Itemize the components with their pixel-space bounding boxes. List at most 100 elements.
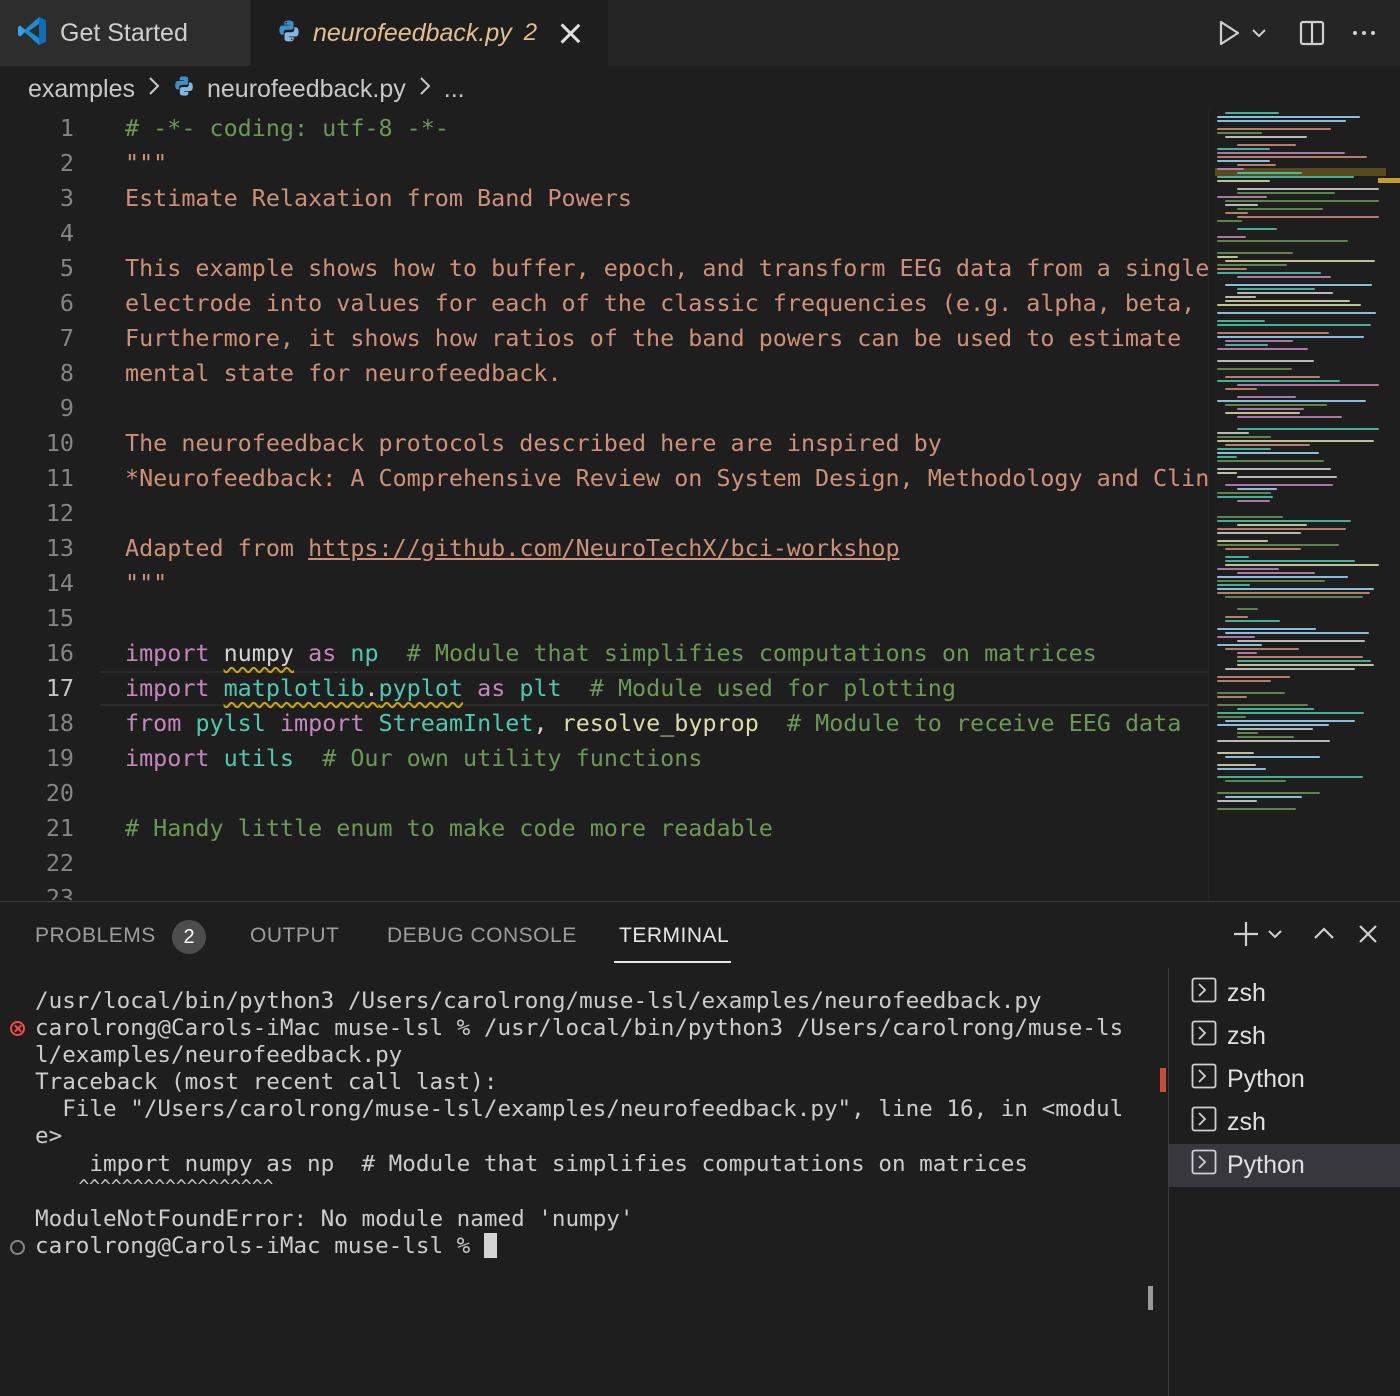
keyword: as bbox=[477, 673, 506, 702]
tab-neurofeedback-py[interactable]: neurofeedback.py 2 bbox=[251, 0, 608, 66]
minimap-code-line bbox=[1217, 716, 1247, 718]
code-text: import matplotlib.pyplot as plt # Module… bbox=[125, 674, 956, 702]
unresolved-import[interactable]: numpy bbox=[224, 639, 294, 667]
split-editor-icon[interactable] bbox=[1298, 19, 1326, 47]
tab-terminal[interactable]: TERMINAL bbox=[619, 924, 729, 948]
terminal-scrollbar[interactable] bbox=[1148, 1286, 1153, 1310]
minimap-code-line bbox=[1217, 528, 1347, 530]
unresolved-import[interactable]: pyplot bbox=[379, 674, 464, 702]
more-actions-icon[interactable] bbox=[1350, 19, 1378, 47]
terminal-session-label: Python bbox=[1227, 1151, 1305, 1179]
code-link[interactable]: https://github.com/NeuroTechX/bci-worksh… bbox=[308, 534, 899, 562]
minimap-code-line bbox=[1217, 324, 1372, 326]
minimap-code-line bbox=[1225, 556, 1250, 558]
minimap-code-line bbox=[1225, 284, 1372, 286]
comment: # Module that simplifies computations on… bbox=[406, 638, 1097, 667]
terminal-output[interactable]: /usr/local/bin/python3 /Users/carolrong/… bbox=[0, 968, 1168, 1396]
minimap-code-line bbox=[1225, 212, 1249, 214]
code-line: 21 # Handy little enum to make code more… bbox=[0, 810, 1208, 845]
comment: # Module used for plotting bbox=[589, 673, 956, 702]
code-text: # -*- coding: utf-8 -*- bbox=[125, 113, 449, 142]
minimap-code-line bbox=[1217, 460, 1324, 462]
unresolved-import[interactable]: matplotlib bbox=[224, 674, 365, 702]
error-circle-icon[interactable] bbox=[10, 1021, 25, 1036]
minimap-code-line bbox=[1225, 796, 1302, 798]
minimap-code-line bbox=[1225, 344, 1268, 346]
minimap-code-line bbox=[1237, 608, 1259, 610]
code-line: 15 bbox=[0, 600, 1208, 635]
chevron-down-icon[interactable] bbox=[1250, 24, 1268, 42]
code-line: 18 from pylsl import StreamInlet, resolv… bbox=[0, 705, 1208, 740]
line-number: 14 bbox=[45, 568, 74, 597]
minimap-code-line bbox=[1217, 496, 1273, 498]
tab-problems[interactable]: PROBLEMS bbox=[35, 924, 156, 948]
vscode-logo-icon bbox=[16, 15, 48, 52]
minimap-code-line bbox=[1237, 488, 1278, 490]
minimap-code-line bbox=[1217, 492, 1272, 494]
dot: . bbox=[364, 673, 379, 702]
tab-debug-console[interactable]: DEBUG CONSOLE bbox=[387, 924, 577, 948]
minimap-code-line bbox=[1217, 584, 1250, 586]
alias: plt bbox=[519, 673, 562, 702]
close-icon[interactable] bbox=[559, 22, 581, 44]
minimap-code-line bbox=[1225, 720, 1356, 722]
minimap-code-line bbox=[1217, 240, 1348, 242]
keyword: import bbox=[125, 638, 210, 667]
code-text: electrode into values for each of the cl… bbox=[125, 288, 1196, 317]
line-number: 19 bbox=[45, 743, 74, 772]
terminal-session-zsh[interactable]: zsh bbox=[1169, 1015, 1400, 1058]
minimap-code-line bbox=[1217, 576, 1349, 578]
comment: # Module to receive EEG data bbox=[786, 708, 1182, 737]
code-text: """ bbox=[125, 148, 168, 177]
minimap-code-line bbox=[1237, 732, 1258, 734]
minimap-code-line bbox=[1237, 664, 1374, 666]
breadcrumb-file[interactable]: neurofeedback.py bbox=[207, 75, 406, 104]
editor-scrollbar[interactable] bbox=[1386, 110, 1400, 900]
chevron-down-icon[interactable] bbox=[1266, 925, 1284, 943]
breadcrumb-folder[interactable]: examples bbox=[28, 75, 135, 104]
chevron-right-icon bbox=[147, 75, 161, 104]
terminal-session-python[interactable]: Python bbox=[1169, 1144, 1400, 1187]
minimap-code-line bbox=[1237, 524, 1308, 526]
tab-output[interactable]: OUTPUT bbox=[250, 924, 339, 948]
minimap-code-line bbox=[1225, 388, 1258, 390]
minimap-code-line bbox=[1237, 144, 1297, 146]
terminal-session-python[interactable]: Python bbox=[1169, 1058, 1400, 1101]
code-editor[interactable]: 1 # -*- coding: utf-8 -*- 2 """ 3 Estima… bbox=[0, 110, 1208, 900]
alias: np bbox=[350, 638, 379, 667]
minimap-code-line bbox=[1217, 440, 1374, 442]
minimap[interactable] bbox=[1208, 110, 1386, 900]
circle-icon[interactable] bbox=[10, 1240, 25, 1255]
minimap-code-line bbox=[1237, 288, 1316, 290]
problem-count-badge: 2 bbox=[523, 19, 538, 46]
minimap-code-line bbox=[1217, 252, 1294, 254]
code-line: 14 """ bbox=[0, 565, 1208, 600]
minimap-code-line bbox=[1225, 780, 1287, 782]
chevron-up-icon[interactable] bbox=[1312, 922, 1336, 946]
minimap-code-line bbox=[1237, 572, 1315, 574]
code-text: Adapted from bbox=[125, 533, 309, 562]
terminal-session-zsh[interactable]: zsh bbox=[1169, 972, 1400, 1015]
breadcrumb-more[interactable]: ... bbox=[444, 75, 465, 104]
minimap-code-line bbox=[1217, 400, 1366, 402]
code-text: Estimate Relaxation from Band Powers bbox=[125, 183, 632, 212]
bottom-panel: PROBLEMS 2 OUTPUT DEBUG CONSOLE TERMINAL… bbox=[0, 901, 1400, 1396]
minimap-code-line bbox=[1237, 216, 1379, 218]
tab-get-started[interactable]: Get Started bbox=[0, 0, 250, 66]
code-line: 20 bbox=[0, 775, 1208, 810]
terminal-session-zsh[interactable]: zsh bbox=[1169, 1101, 1400, 1144]
minimap-code-line bbox=[1217, 800, 1258, 802]
run-icon[interactable] bbox=[1216, 19, 1242, 47]
minimap-code-line bbox=[1217, 568, 1280, 570]
code-line: 3 Estimate Relaxation from Band Powers bbox=[0, 180, 1208, 215]
minimap-code-line bbox=[1217, 176, 1355, 178]
terminal-icon bbox=[1191, 1063, 1217, 1096]
terminal-session-label: zsh bbox=[1227, 979, 1266, 1007]
close-icon[interactable] bbox=[1356, 922, 1380, 946]
minimap-code-line bbox=[1217, 268, 1247, 270]
minimap-code-line bbox=[1237, 736, 1295, 738]
minimap-code-line bbox=[1217, 520, 1352, 522]
code-line: 1 # -*- coding: utf-8 -*- bbox=[0, 110, 1208, 145]
plus-icon[interactable] bbox=[1232, 920, 1260, 948]
minimap-code-line bbox=[1237, 188, 1379, 190]
